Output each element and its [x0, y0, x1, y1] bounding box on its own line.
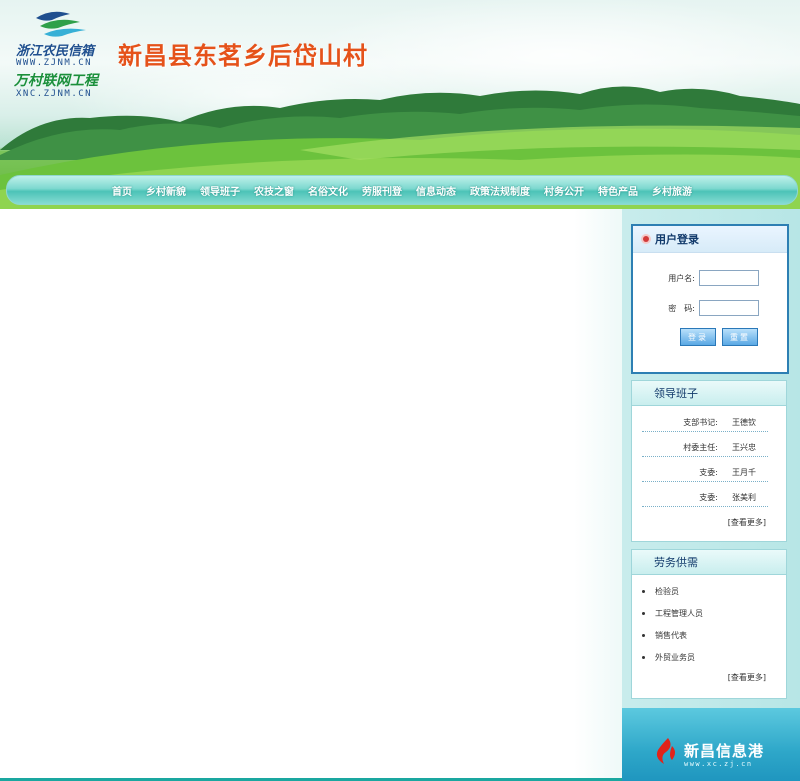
bullet-icon — [642, 656, 645, 659]
labor-item-label: 检验员 — [655, 587, 679, 596]
content-divider — [574, 209, 624, 781]
xinchang-info-logo[interactable]: 新昌信息港 www.xc.zj.cn — [622, 708, 800, 781]
list-item[interactable]: 工程管理人员 — [642, 608, 703, 619]
leaders-more-link[interactable]: [查看更多] — [728, 517, 766, 528]
xinchang-logo-url: www.xc.zj.cn — [684, 760, 753, 768]
leadership-title: 领导班子 — [632, 381, 786, 406]
nav-tourism[interactable]: 乡村旅游 — [645, 183, 699, 198]
leader-name[interactable]: 王月千 — [732, 467, 756, 478]
logo-title: 浙江农民信箱 — [16, 44, 95, 59]
login-buttons: 登录 重置 — [680, 328, 758, 346]
labor-item-label: 工程管理人员 — [655, 609, 703, 618]
password-input[interactable] — [699, 300, 759, 316]
username-label: 用户名: — [668, 273, 695, 283]
list-item[interactable]: 销售代表 — [642, 630, 687, 641]
list-item[interactable]: 外贸业务员 — [642, 652, 695, 663]
leader-row: 支部书记: 王德钦 — [642, 413, 768, 432]
username-row: 用户名: — [633, 268, 787, 288]
nav-news[interactable]: 信息动态 — [409, 183, 463, 198]
list-item[interactable]: 检验员 — [642, 586, 679, 597]
reset-button[interactable]: 重置 — [722, 328, 758, 346]
zjnm-logo[interactable]: 浙江农民信箱 WWW.ZJNM.CN 万村联网工程 XNC.ZJNM.CN — [12, 6, 112, 99]
bullet-icon — [643, 236, 649, 242]
bullet-icon — [642, 590, 645, 593]
labor-panel: 劳务供需 检验员 工程管理人员 销售代表 外贸业务员 [查看更多] — [631, 549, 787, 699]
main-nav: 首页 乡村新貌 领导班子 农技之窗 名俗文化 劳服刊登 信息动态 政策法规制度 … — [6, 175, 798, 205]
password-row: 密 码: — [633, 298, 787, 318]
labor-more-link[interactable]: [查看更多] — [728, 672, 766, 683]
nav-agri-tech[interactable]: 农技之窗 — [247, 183, 301, 198]
nav-village-look[interactable]: 乡村新貌 — [139, 183, 193, 198]
bullet-icon — [642, 612, 645, 615]
leader-row: 支委: 王月千 — [642, 463, 768, 482]
xinchang-logo-icon — [656, 738, 675, 764]
logo-url: WWW.ZJNM.CN — [16, 58, 93, 68]
login-button[interactable]: 登录 — [680, 328, 716, 346]
nav-products[interactable]: 特色产品 — [591, 183, 645, 198]
logo-sub-url: XNC.ZJNM.CN — [16, 89, 93, 99]
header-banner: 浙江农民信箱 WWW.ZJNM.CN 万村联网工程 XNC.ZJNM.CN 新昌… — [0, 0, 800, 210]
leader-name[interactable]: 王德钦 — [732, 417, 756, 428]
nav-village-affairs[interactable]: 村务公开 — [537, 183, 591, 198]
labor-item-label: 外贸业务员 — [655, 653, 695, 662]
nav-folk-culture[interactable]: 名俗文化 — [301, 183, 355, 198]
nav-leadership[interactable]: 领导班子 — [193, 183, 247, 198]
leader-name[interactable]: 张美利 — [732, 492, 756, 503]
xinchang-logo-text: 新昌信息港 — [684, 742, 765, 760]
username-input[interactable] — [699, 270, 759, 286]
main-content-area — [0, 209, 574, 781]
login-panel: 用户登录 用户名: 密 码: 登录 重置 — [631, 224, 789, 374]
leader-row: 支委: 张美利 — [642, 488, 768, 507]
labor-title: 劳务供需 — [632, 550, 786, 575]
labor-item-label: 销售代表 — [655, 631, 687, 640]
wave-logo-icon — [36, 11, 86, 37]
login-title: 用户登录 — [655, 233, 699, 246]
bullet-icon — [642, 634, 645, 637]
logo-subtitle: 万村联网工程 — [14, 73, 98, 89]
nav-labor-posting[interactable]: 劳服刊登 — [355, 183, 409, 198]
leader-role: 支部书记: — [683, 417, 718, 427]
leader-role: 支委: — [699, 467, 718, 477]
leader-name[interactable]: 王兴忠 — [732, 442, 756, 453]
login-header: 用户登录 — [633, 226, 787, 253]
leader-role: 支委: — [699, 492, 718, 502]
nav-home[interactable]: 首页 — [105, 183, 139, 198]
password-label: 密 码: — [668, 303, 695, 313]
leadership-panel: 领导班子 支部书记: 王德钦 村委主任: 王兴忠 支委: 王月千 支委: 张美利… — [631, 380, 787, 542]
leader-role: 村委主任: — [683, 442, 718, 452]
nav-policy[interactable]: 政策法规制度 — [463, 183, 537, 198]
leader-row: 村委主任: 王兴忠 — [642, 438, 768, 457]
site-title: 新昌县东茗乡后岱山村 — [118, 42, 368, 70]
